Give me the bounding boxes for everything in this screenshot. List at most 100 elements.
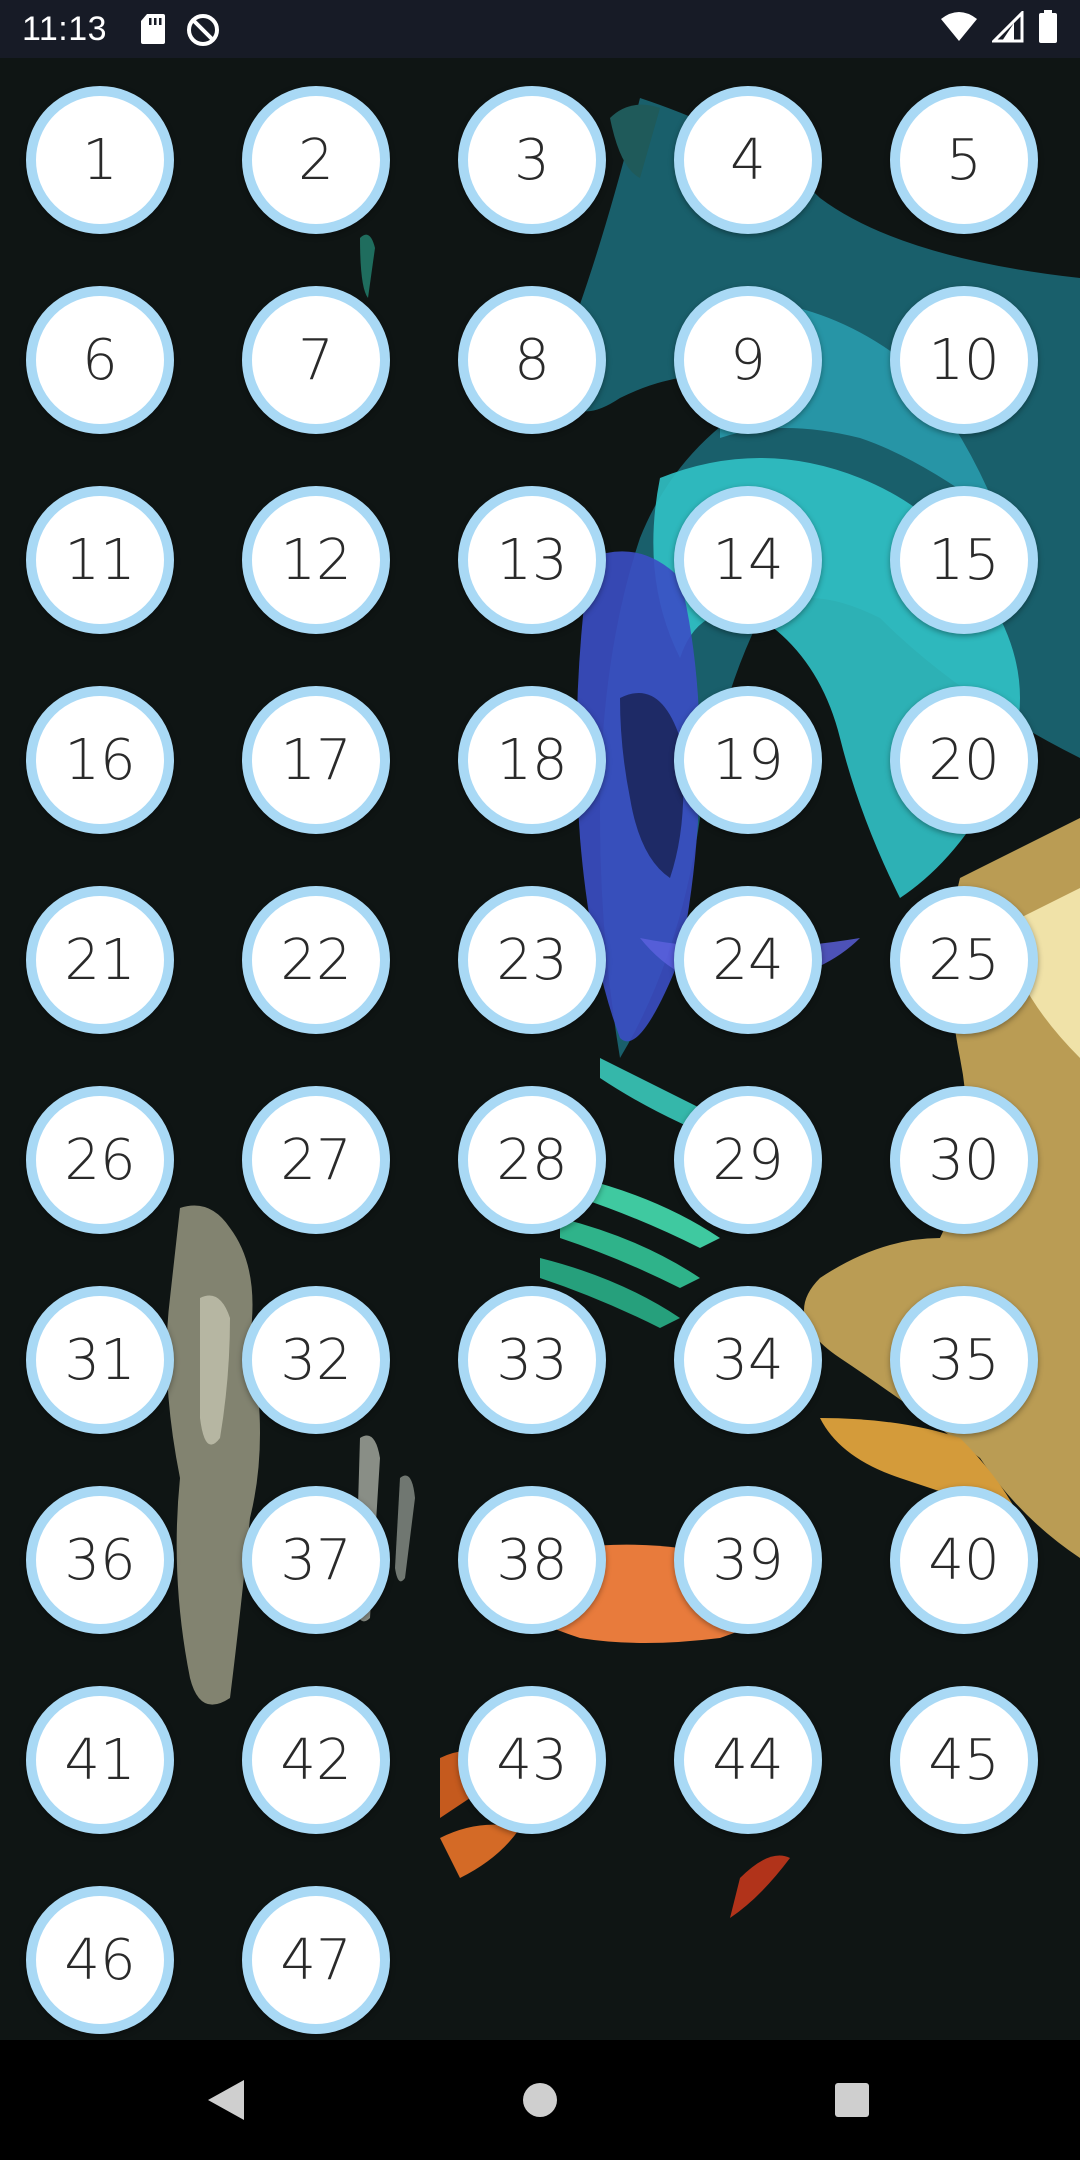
number-label: 42 bbox=[280, 1727, 352, 1793]
number-label: 44 bbox=[712, 1727, 784, 1793]
number-label: 13 bbox=[496, 527, 568, 593]
number-button-10[interactable]: 10 bbox=[890, 286, 1038, 434]
number-label: 14 bbox=[712, 527, 784, 593]
number-label: 4 bbox=[730, 127, 766, 193]
number-button-35[interactable]: 35 bbox=[890, 1286, 1038, 1434]
back-button[interactable] bbox=[196, 2070, 256, 2130]
number-button-42[interactable]: 42 bbox=[242, 1686, 390, 1834]
number-button-26[interactable]: 26 bbox=[26, 1086, 174, 1234]
number-label: 37 bbox=[280, 1527, 352, 1593]
number-button-27[interactable]: 27 bbox=[242, 1086, 390, 1234]
number-label: 35 bbox=[928, 1327, 1000, 1393]
number-label: 9 bbox=[730, 327, 766, 393]
number-label: 38 bbox=[496, 1527, 568, 1593]
screen: 11:13 1 2 3 4 5 6 7 8 9 10 11 12 13 14 1… bbox=[0, 0, 1080, 2160]
number-button-1[interactable]: 1 bbox=[26, 86, 174, 234]
status-time: 11:13 bbox=[22, 9, 108, 48]
number-button-41[interactable]: 41 bbox=[26, 1686, 174, 1834]
number-label: 3 bbox=[514, 127, 550, 193]
number-label: 29 bbox=[712, 1127, 784, 1193]
number-button-15[interactable]: 15 bbox=[890, 486, 1038, 634]
navigation-bar bbox=[0, 2040, 1080, 2160]
number-button-38[interactable]: 38 bbox=[458, 1486, 606, 1634]
number-button-20[interactable]: 20 bbox=[890, 686, 1038, 834]
number-label: 41 bbox=[64, 1727, 136, 1793]
number-button-45[interactable]: 45 bbox=[890, 1686, 1038, 1834]
number-label: 15 bbox=[928, 527, 1000, 593]
number-button-31[interactable]: 31 bbox=[26, 1286, 174, 1434]
number-button-6[interactable]: 6 bbox=[26, 286, 174, 434]
number-button-37[interactable]: 37 bbox=[242, 1486, 390, 1634]
number-button-32[interactable]: 32 bbox=[242, 1286, 390, 1434]
number-label: 24 bbox=[712, 927, 784, 993]
number-button-3[interactable]: 3 bbox=[458, 86, 606, 234]
cellular-signal-icon bbox=[990, 9, 1024, 47]
back-icon bbox=[208, 2080, 244, 2120]
number-button-44[interactable]: 44 bbox=[674, 1686, 822, 1834]
number-button-8[interactable]: 8 bbox=[458, 286, 606, 434]
number-label: 39 bbox=[712, 1527, 784, 1593]
number-button-16[interactable]: 16 bbox=[26, 686, 174, 834]
number-label: 16 bbox=[64, 727, 136, 793]
number-button-36[interactable]: 36 bbox=[26, 1486, 174, 1634]
number-label: 26 bbox=[64, 1127, 136, 1193]
number-label: 11 bbox=[64, 527, 136, 593]
number-button-14[interactable]: 14 bbox=[674, 486, 822, 634]
number-button-29[interactable]: 29 bbox=[674, 1086, 822, 1234]
number-label: 12 bbox=[280, 527, 352, 593]
number-label: 6 bbox=[82, 327, 118, 393]
number-button-40[interactable]: 40 bbox=[890, 1486, 1038, 1634]
number-label: 32 bbox=[280, 1327, 352, 1393]
data-saver-icon bbox=[185, 12, 221, 46]
number-button-24[interactable]: 24 bbox=[674, 886, 822, 1034]
number-button-34[interactable]: 34 bbox=[674, 1286, 822, 1434]
number-button-47[interactable]: 47 bbox=[242, 1886, 390, 2034]
number-label: 43 bbox=[496, 1727, 568, 1793]
number-button-9[interactable]: 9 bbox=[674, 286, 822, 434]
number-button-23[interactable]: 23 bbox=[458, 886, 606, 1034]
number-label: 46 bbox=[64, 1927, 136, 1993]
number-button-7[interactable]: 7 bbox=[242, 286, 390, 434]
number-label: 7 bbox=[298, 327, 334, 393]
sd-card-icon bbox=[139, 12, 167, 46]
number-grid: 1 2 3 4 5 6 7 8 9 10 11 12 13 14 15 16 17 18 19 20 21 22 23 24 2… bbox=[0, 58, 1080, 2040]
number-button-25[interactable]: 25 bbox=[890, 886, 1038, 1034]
number-label: 5 bbox=[946, 127, 982, 193]
recents-button[interactable] bbox=[822, 2070, 882, 2130]
number-label: 8 bbox=[514, 327, 550, 393]
number-label: 19 bbox=[712, 727, 784, 793]
battery-icon bbox=[1038, 10, 1058, 48]
number-button-21[interactable]: 21 bbox=[26, 886, 174, 1034]
number-label: 25 bbox=[928, 927, 1000, 993]
number-button-39[interactable]: 39 bbox=[674, 1486, 822, 1634]
number-label: 22 bbox=[280, 927, 352, 993]
number-button-22[interactable]: 22 bbox=[242, 886, 390, 1034]
number-label: 18 bbox=[496, 727, 568, 793]
status-right-group bbox=[940, 9, 1058, 48]
number-button-33[interactable]: 33 bbox=[458, 1286, 606, 1434]
status-bar: 11:13 bbox=[0, 0, 1080, 58]
number-label: 2 bbox=[298, 127, 334, 193]
home-button[interactable] bbox=[510, 2070, 570, 2130]
number-button-2[interactable]: 2 bbox=[242, 86, 390, 234]
number-button-17[interactable]: 17 bbox=[242, 686, 390, 834]
number-button-46[interactable]: 46 bbox=[26, 1886, 174, 2034]
number-button-4[interactable]: 4 bbox=[674, 86, 822, 234]
number-label: 47 bbox=[280, 1927, 352, 1993]
number-button-18[interactable]: 18 bbox=[458, 686, 606, 834]
number-label: 20 bbox=[928, 727, 1000, 793]
home-icon bbox=[523, 2083, 557, 2117]
number-label: 33 bbox=[496, 1327, 568, 1393]
number-button-5[interactable]: 5 bbox=[890, 86, 1038, 234]
number-button-13[interactable]: 13 bbox=[458, 486, 606, 634]
number-label: 1 bbox=[82, 127, 118, 193]
number-button-19[interactable]: 19 bbox=[674, 686, 822, 834]
number-button-12[interactable]: 12 bbox=[242, 486, 390, 634]
number-label: 17 bbox=[280, 727, 352, 793]
number-label: 21 bbox=[64, 927, 136, 993]
number-button-28[interactable]: 28 bbox=[458, 1086, 606, 1234]
number-button-43[interactable]: 43 bbox=[458, 1686, 606, 1834]
number-button-11[interactable]: 11 bbox=[26, 486, 174, 634]
number-button-30[interactable]: 30 bbox=[890, 1086, 1038, 1234]
number-label: 28 bbox=[496, 1127, 568, 1193]
